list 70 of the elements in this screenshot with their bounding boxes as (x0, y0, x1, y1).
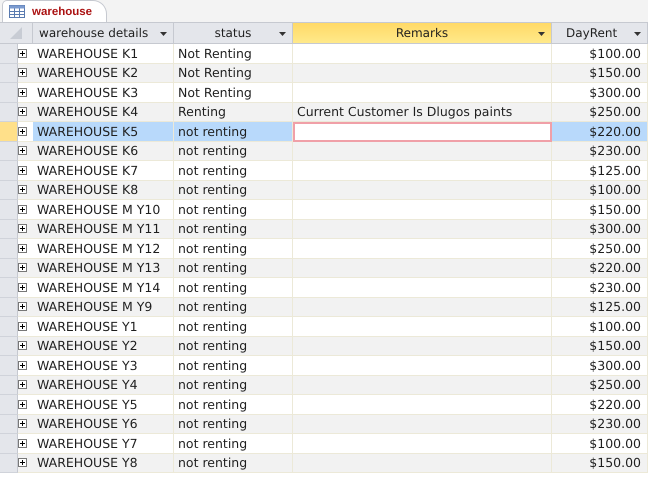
expand-icon[interactable] (18, 107, 27, 116)
expand-icon[interactable] (18, 88, 27, 97)
expand-icon[interactable] (18, 360, 27, 370)
table-cell: WAREHOUSE K8 (33, 180, 174, 200)
expand-icon[interactable] (18, 244, 27, 253)
table-cell: $220.00 (552, 122, 648, 142)
dropdown-arrow-icon[interactable] (538, 32, 545, 36)
dropdown-arrow-icon[interactable] (279, 32, 286, 36)
table-cell: not renting (174, 258, 293, 278)
column-header[interactable]: status (174, 23, 293, 44)
table-cell: WAREHOUSE K6 (33, 142, 174, 161)
expand-icon[interactable] (18, 185, 27, 194)
table-cell: $250.00 (552, 376, 648, 395)
table-cell: WAREHOUSE M Y13 (33, 258, 174, 278)
expand-icon[interactable] (18, 48, 27, 58)
expand-icon[interactable] (18, 224, 27, 234)
table-cell: $230.00 (552, 142, 648, 161)
table-cell: not renting (174, 180, 293, 200)
table-cell: not renting (174, 376, 293, 395)
expand-icon[interactable] (18, 458, 27, 468)
expand-icon[interactable] (18, 400, 27, 409)
table-cell: $230.00 (552, 414, 648, 434)
table-cell: WAREHOUSE M Y9 (33, 298, 174, 317)
table-cell: WAREHOUSE Y6 (33, 414, 174, 434)
table-icon (9, 5, 25, 18)
table-tab[interactable]: warehouse (2, 0, 108, 22)
expand-icon[interactable] (18, 126, 27, 136)
table-cell: not renting (174, 220, 293, 239)
column-header[interactable]: DayRent (552, 23, 648, 44)
expand-icon[interactable] (18, 419, 27, 428)
expand-icon[interactable] (18, 263, 27, 272)
table-cell: WAREHOUSE Y2 (33, 336, 174, 356)
table-cell: WAREHOUSE M Y11 (33, 220, 174, 239)
expand-icon[interactable] (18, 68, 27, 78)
expand-icon[interactable] (18, 438, 27, 448)
expand-icon[interactable] (18, 204, 27, 214)
expand-icon[interactable] (18, 166, 27, 175)
table-cell: $220.00 (552, 258, 648, 278)
table-cell: WAREHOUSE K4 (33, 102, 174, 122)
table-cell: not renting (174, 122, 293, 142)
table-cell: not renting (174, 454, 293, 473)
table-cell: not renting (174, 414, 293, 434)
table-cell: Renting (174, 102, 293, 122)
table-cell: WAREHOUSE K5 (33, 122, 174, 142)
expand-icon[interactable] (18, 282, 27, 292)
dropdown-arrow-icon[interactable] (634, 32, 641, 36)
table-cell: $250.00 (552, 102, 648, 122)
table-cell: $150.00 (552, 336, 648, 356)
table-cell: WAREHOUSE Y4 (33, 376, 174, 395)
corner-triangle-icon (10, 27, 22, 39)
table-cell: $300.00 (552, 220, 648, 239)
table-cell: WAREHOUSE K2 (33, 64, 174, 83)
table-cell: WAREHOUSE Y8 (33, 454, 174, 473)
expand-icon[interactable] (18, 322, 27, 331)
table-cell: $125.00 (552, 298, 648, 317)
table-cell: Not Renting (174, 64, 293, 83)
table-cell: not renting (174, 336, 293, 356)
expand-icon[interactable] (18, 302, 27, 312)
table-cell: Current Customer Is Dlugos paints (293, 102, 552, 122)
table-cell: $100.00 (552, 180, 648, 200)
expand-icon[interactable] (18, 146, 27, 156)
table-cell: $150.00 (552, 454, 648, 473)
dropdown-arrow-icon[interactable] (160, 32, 167, 36)
table-cell: not renting (174, 298, 293, 317)
expand-icon[interactable] (18, 341, 27, 350)
table-cell: not renting (174, 142, 293, 161)
expand-icon[interactable] (18, 380, 27, 390)
column-header[interactable]: Remarks (293, 23, 552, 44)
column-header[interactable]: warehouse details (33, 23, 174, 44)
table-cell: $150.00 (552, 64, 648, 83)
